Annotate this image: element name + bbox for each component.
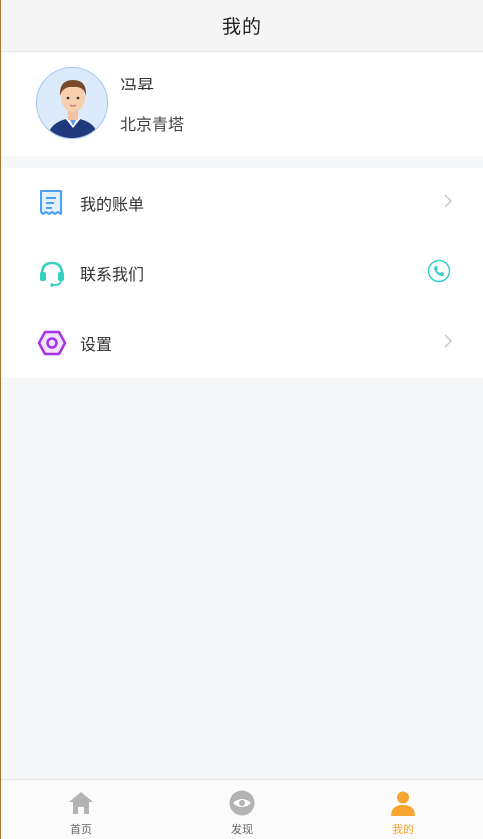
tab-home[interactable]: 首页 (1, 780, 161, 839)
chevron-right-icon (443, 193, 453, 213)
discover-icon (228, 789, 256, 817)
avatar[interactable] (36, 67, 108, 139)
profile-card[interactable]: 冯昇 北京青塔 (1, 52, 483, 156)
tab-label-home: 首页 (70, 823, 92, 836)
headset-icon (37, 258, 67, 288)
settings-icon (37, 328, 67, 358)
menu-label-contact: 联系我们 (80, 265, 145, 284)
menu-item-bills[interactable]: 我的账单 (1, 168, 483, 238)
chevron-right-icon (443, 333, 453, 353)
menu-item-settings[interactable]: 设置 (1, 308, 483, 378)
phone-icon[interactable] (427, 259, 451, 287)
page-title: 我的 (221, 16, 262, 38)
tab-discover[interactable]: 发现 (162, 780, 322, 839)
bottom-tab-bar: 首页 发现 我的 (1, 779, 483, 839)
bill-icon (37, 188, 67, 218)
tab-label-discover: 发现 (231, 823, 253, 836)
menu-list: 我的账单 联系我们 设置 (1, 168, 483, 378)
menu-label-settings: 设置 (80, 335, 113, 354)
profile-icon (389, 789, 417, 817)
home-icon (67, 789, 95, 817)
user-name: 冯昇 (120, 77, 154, 90)
tab-profile[interactable]: 我的 (323, 780, 483, 839)
top-nav-bar: 我的 (1, 0, 483, 52)
tab-label-profile: 我的 (392, 823, 414, 836)
user-location: 北京青塔 (120, 115, 185, 134)
menu-item-contact[interactable]: 联系我们 (1, 238, 483, 308)
menu-label-bills: 我的账单 (80, 195, 145, 214)
